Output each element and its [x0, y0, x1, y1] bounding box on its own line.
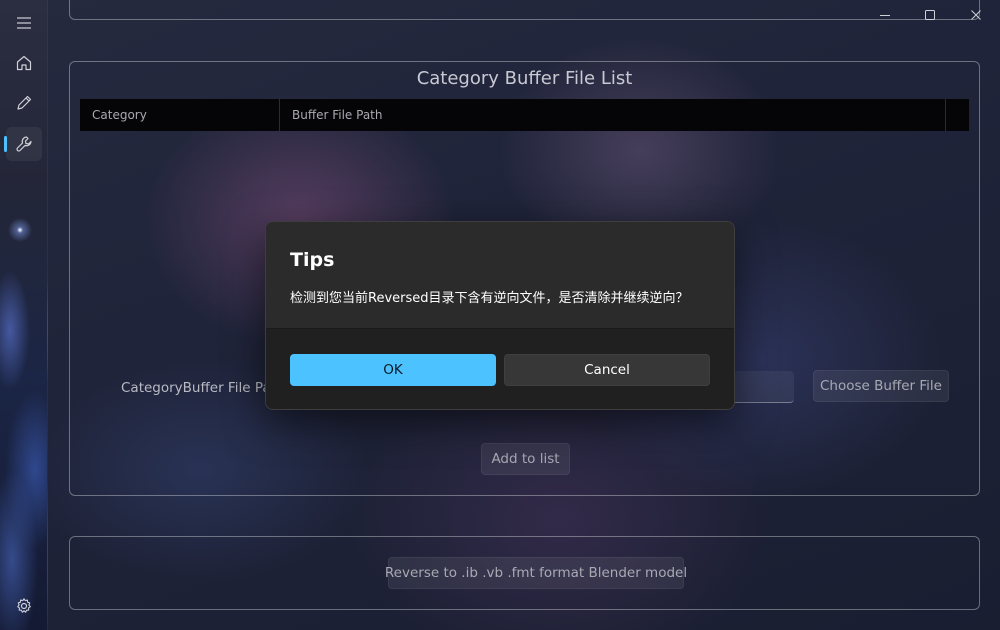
close-icon — [971, 10, 981, 20]
close-button[interactable] — [956, 4, 996, 26]
buffer-path-input[interactable] — [730, 371, 794, 403]
nav-selection-indicator — [4, 136, 7, 152]
wrench-icon — [16, 136, 32, 152]
table-header: Category Buffer File Path — [80, 99, 969, 131]
column-header-buffer-file-path[interactable]: Buffer File Path — [280, 99, 946, 131]
add-to-list-button[interactable]: Add to list — [481, 443, 570, 475]
hamburger-icon — [17, 17, 31, 29]
ok-button[interactable]: OK — [290, 354, 496, 386]
minimize-icon — [880, 15, 890, 16]
nav-item-home[interactable] — [6, 46, 42, 80]
gear-icon — [17, 598, 31, 613]
nav-item-edit[interactable] — [6, 86, 42, 120]
nav-menu-button[interactable] — [6, 6, 42, 40]
dialog-footer: OK Cancel — [266, 328, 734, 409]
column-header-category[interactable]: Category — [80, 99, 280, 131]
maximize-button[interactable] — [910, 4, 950, 26]
column-header-extra — [946, 99, 969, 131]
tips-dialog: Tips 检测到您当前Reversed目录下含有逆向文件，是否清除并继续逆向？ … — [265, 221, 735, 410]
panel-title: Category Buffer File List — [416, 68, 633, 89]
dialog-title: Tips — [290, 249, 335, 271]
reverse-panel: Reverse to .ib .vb .fmt format Blender m… — [69, 536, 980, 610]
reverse-model-button[interactable]: Reverse to .ib .vb .fmt format Blender m… — [385, 557, 687, 589]
home-icon — [16, 55, 32, 71]
maximize-icon — [925, 10, 935, 20]
top-card-edge — [69, 0, 980, 20]
cancel-button[interactable]: Cancel — [504, 354, 710, 386]
pencil-icon — [17, 95, 32, 110]
choose-buffer-file-button[interactable]: Choose Buffer File — [813, 370, 949, 402]
dialog-message: 检测到您当前Reversed目录下含有逆向文件，是否清除并继续逆向？ — [290, 291, 689, 306]
dialog-body: Tips 检测到您当前Reversed目录下含有逆向文件，是否清除并继续逆向？ — [266, 222, 734, 328]
nav-rail — [0, 0, 48, 630]
minimize-button[interactable] — [865, 4, 905, 26]
buffer-path-label: CategoryBuffer File Path — [121, 380, 285, 396]
nav-item-tools[interactable] — [6, 127, 42, 161]
nav-item-settings[interactable] — [6, 589, 42, 623]
